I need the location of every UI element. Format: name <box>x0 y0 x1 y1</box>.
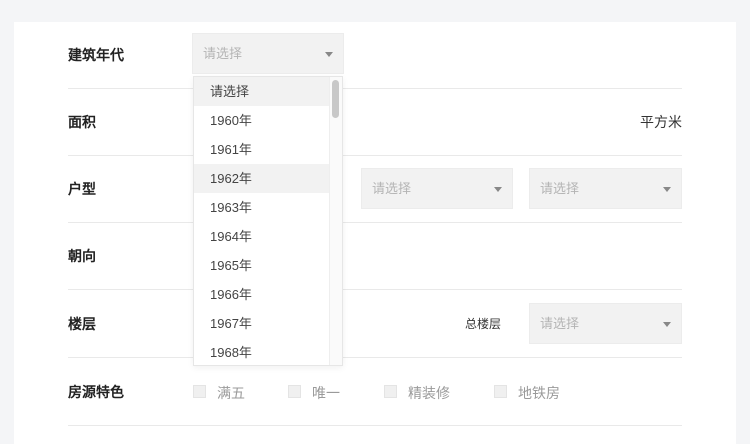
checkbox-box[interactable] <box>288 385 301 398</box>
dropdown-option[interactable]: 1964年 <box>194 222 330 251</box>
chevron-down-icon <box>325 52 333 57</box>
dropdown-option[interactable]: 1960年 <box>194 106 330 135</box>
checkbox-box[interactable] <box>193 385 206 398</box>
dropdown-option[interactable]: 1967年 <box>194 309 330 338</box>
dropdown-option[interactable]: 1962年 <box>194 164 330 193</box>
row-orientation: 朝向 <box>68 223 682 290</box>
total-floors-label: 总楼层 <box>465 317 502 331</box>
dropdown-option[interactable]: 1961年 <box>194 135 330 164</box>
build-year-label: 建筑年代 <box>68 47 124 63</box>
feature-label: 精装修 <box>408 385 450 401</box>
features-label: 房源特色 <box>68 384 124 400</box>
row-features: 房源特色 满五 唯一 精装修 地铁房 <box>68 359 682 426</box>
layout-select-3[interactable]: 请选择 <box>529 168 682 209</box>
feature-label: 地铁房 <box>518 385 560 401</box>
dropdown-option[interactable]: 请选择 <box>194 77 330 106</box>
build-year-select[interactable]: 请选择 <box>192 33 344 74</box>
dropdown-option[interactable]: 1963年 <box>194 193 330 222</box>
area-unit: 平方米 <box>640 114 682 130</box>
row-build-year: 建筑年代 请选择 <box>68 22 682 89</box>
build-year-dropdown[interactable]: 请选择 1960年 1961年 1962年 1963年 1964年 1965年 1966年 19… <box>193 76 343 366</box>
feature-label: 唯一 <box>312 385 340 401</box>
layout-select-3-placeholder: 请选择 <box>540 181 580 196</box>
checkbox-box[interactable] <box>494 385 507 398</box>
row-layout: 户型 请选择 请选择 <box>68 156 682 223</box>
checkbox-box[interactable] <box>384 385 397 398</box>
dropdown-scrollbar-thumb[interactable] <box>332 80 339 118</box>
dropdown-option[interactable]: 1968年 <box>194 338 330 365</box>
chevron-down-icon <box>494 187 502 192</box>
area-label: 面积 <box>68 114 96 130</box>
build-year-placeholder: 请选择 <box>203 46 243 61</box>
chevron-down-icon <box>663 322 671 327</box>
total-floors-select[interactable]: 请选择 <box>529 303 682 344</box>
layout-label: 户型 <box>68 181 96 197</box>
dropdown-option[interactable]: 1965年 <box>194 251 330 280</box>
layout-select-2[interactable]: 请选择 <box>361 168 513 209</box>
orientation-label: 朝向 <box>68 248 96 264</box>
chevron-down-icon <box>663 187 671 192</box>
row-area: 面积 平方米 <box>68 89 682 156</box>
floor-label: 楼层 <box>68 316 96 332</box>
feature-label: 满五 <box>217 385 245 401</box>
dropdown-options-list: 请选择 1960年 1961年 1962年 1963年 1964年 1965年 1966年 19… <box>194 77 342 365</box>
layout-select-2-placeholder: 请选择 <box>372 181 412 196</box>
dropdown-scrollbar-track[interactable] <box>329 77 342 365</box>
total-floors-placeholder: 请选择 <box>540 316 580 331</box>
row-floor: 楼层 总楼层 请选择 <box>68 291 682 358</box>
dropdown-option[interactable]: 1966年 <box>194 280 330 309</box>
